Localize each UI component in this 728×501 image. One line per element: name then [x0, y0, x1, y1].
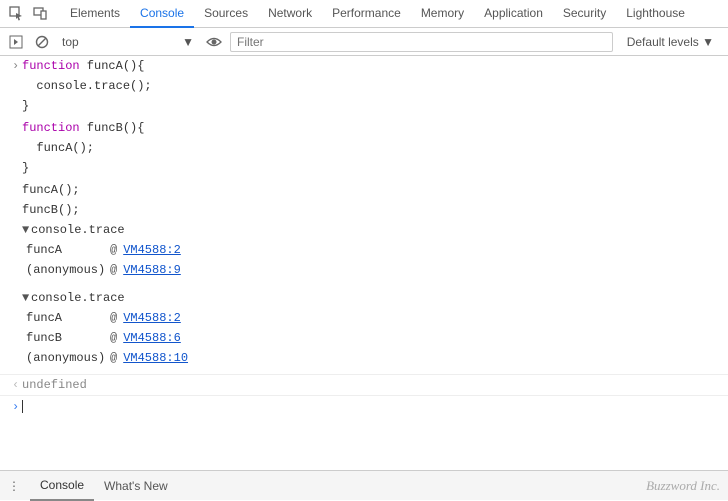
- trace-function: funcA: [26, 241, 110, 259]
- code-line: funcA();: [22, 181, 722, 199]
- trace-location-link[interactable]: VM4588:2: [123, 309, 181, 327]
- inspect-icon[interactable]: [4, 2, 28, 26]
- trace-frame: (anonymous) @ VM4588:9: [0, 260, 728, 280]
- return-value: undefined: [22, 376, 722, 394]
- code-line: function funcA(){: [22, 57, 722, 75]
- console-output: › function funcA(){ console.trace(); } f…: [0, 56, 728, 456]
- console-input[interactable]: [22, 398, 722, 416]
- trace-function: (anonymous): [26, 261, 110, 279]
- code-line: funcB();: [22, 201, 722, 219]
- code-line: }: [22, 159, 722, 177]
- trace-function: funcA: [26, 309, 110, 327]
- tab-network[interactable]: Network: [258, 0, 322, 28]
- live-expression-icon[interactable]: [204, 32, 224, 52]
- disclosure-triangle-icon[interactable]: ▼: [22, 221, 31, 239]
- trace-at: @: [110, 261, 117, 279]
- tab-security[interactable]: Security: [553, 0, 616, 28]
- trace-header[interactable]: ▼console.trace: [22, 289, 722, 307]
- tab-sources[interactable]: Sources: [194, 0, 258, 28]
- log-level-selector[interactable]: Default levels ▼: [619, 35, 722, 49]
- brand-watermark: Buzzword Inc.: [646, 478, 720, 494]
- trace-at: @: [110, 309, 117, 327]
- context-label: top: [62, 35, 79, 49]
- trace-at: @: [110, 349, 117, 367]
- drawer-tab-console[interactable]: Console: [30, 471, 94, 501]
- trace-at: @: [110, 329, 117, 347]
- trace-frame: funcB @ VM4588:6: [0, 328, 728, 348]
- device-toggle-icon[interactable]: [28, 2, 52, 26]
- toggle-sidebar-icon[interactable]: [6, 32, 26, 52]
- chevron-down-icon: ▼: [702, 35, 714, 49]
- trace-frame: funcA @ VM4588:2: [0, 240, 728, 260]
- trace-location-link[interactable]: VM4588:10: [123, 349, 188, 367]
- chevron-down-icon: ▼: [182, 35, 194, 49]
- clear-console-icon[interactable]: [32, 32, 52, 52]
- input-marker-icon: ›: [12, 398, 22, 416]
- panel-tabs: Elements Console Sources Network Perform…: [60, 0, 695, 28]
- trace-header[interactable]: ▼console.trace: [22, 221, 722, 239]
- trace-location-link[interactable]: VM4588:6: [123, 329, 181, 347]
- trace-location-link[interactable]: VM4588:9: [123, 261, 181, 279]
- drawer-tab-whatsnew[interactable]: What's New: [94, 472, 178, 500]
- context-selector[interactable]: top ▼: [58, 35, 198, 49]
- tab-application[interactable]: Application: [474, 0, 553, 28]
- tab-performance[interactable]: Performance: [322, 0, 411, 28]
- filter-input[interactable]: [230, 32, 613, 52]
- trace-at: @: [110, 241, 117, 259]
- trace-frame: funcA @ VM4588:2: [0, 308, 728, 328]
- trace-function: (anonymous): [26, 349, 110, 367]
- drawer: ⋮ Console What's New Buzzword Inc.: [0, 470, 728, 500]
- devtools-tabbar: Elements Console Sources Network Perform…: [0, 0, 728, 28]
- input-marker-icon: ›: [12, 57, 22, 75]
- code-line: function funcB(){: [22, 119, 722, 137]
- tab-elements[interactable]: Elements: [60, 0, 130, 28]
- tab-lighthouse[interactable]: Lighthouse: [616, 0, 695, 28]
- code-line: console.trace();: [22, 77, 722, 95]
- code-line: funcA();: [22, 139, 722, 157]
- trace-frame: (anonymous) @ VM4588:10: [0, 348, 728, 368]
- drawer-menu-icon[interactable]: ⋮: [8, 479, 20, 493]
- trace-location-link[interactable]: VM4588:2: [123, 241, 181, 259]
- console-toolbar: top ▼ Default levels ▼: [0, 28, 728, 56]
- disclosure-triangle-icon[interactable]: ▼: [22, 289, 31, 307]
- tab-memory[interactable]: Memory: [411, 0, 474, 28]
- levels-label: Default levels: [627, 35, 699, 49]
- tab-console[interactable]: Console: [130, 0, 194, 28]
- output-marker-icon: ‹: [12, 376, 22, 394]
- trace-function: funcB: [26, 329, 110, 347]
- code-line: }: [22, 97, 722, 115]
